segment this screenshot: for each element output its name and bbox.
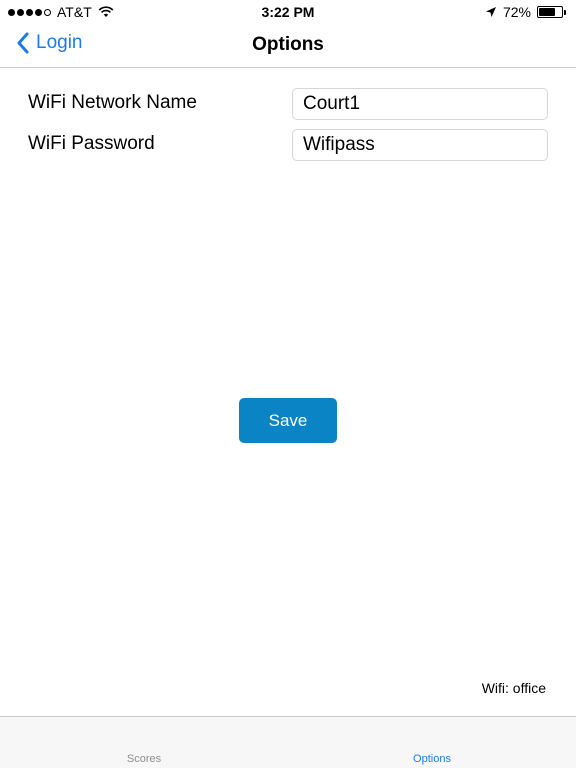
wifi-status-label: Wifi: office — [481, 680, 546, 696]
navigation-bar: Login Options — [0, 24, 576, 68]
tab-scores[interactable]: Scores — [84, 753, 204, 765]
password-row: WiFi Password — [28, 129, 548, 161]
battery-icon — [537, 6, 566, 18]
save-button[interactable]: Save — [239, 398, 337, 443]
status-bar: AT&T 3:22 PM 72% — [0, 0, 576, 24]
tab-options[interactable]: Options — [372, 753, 492, 765]
network-name-input[interactable] — [292, 88, 548, 120]
status-right: 72% — [485, 4, 566, 20]
password-input[interactable] — [292, 129, 548, 161]
network-name-label: WiFi Network Name — [28, 92, 197, 113]
battery-percent: 72% — [502, 4, 531, 20]
battery-fill — [539, 8, 555, 16]
network-name-row: WiFi Network Name — [28, 88, 548, 120]
password-label: WiFi Password — [28, 133, 155, 154]
location-arrow-icon — [485, 7, 496, 17]
page-title: Options — [252, 34, 324, 55]
tab-bar: Scores Options — [0, 716, 576, 768]
